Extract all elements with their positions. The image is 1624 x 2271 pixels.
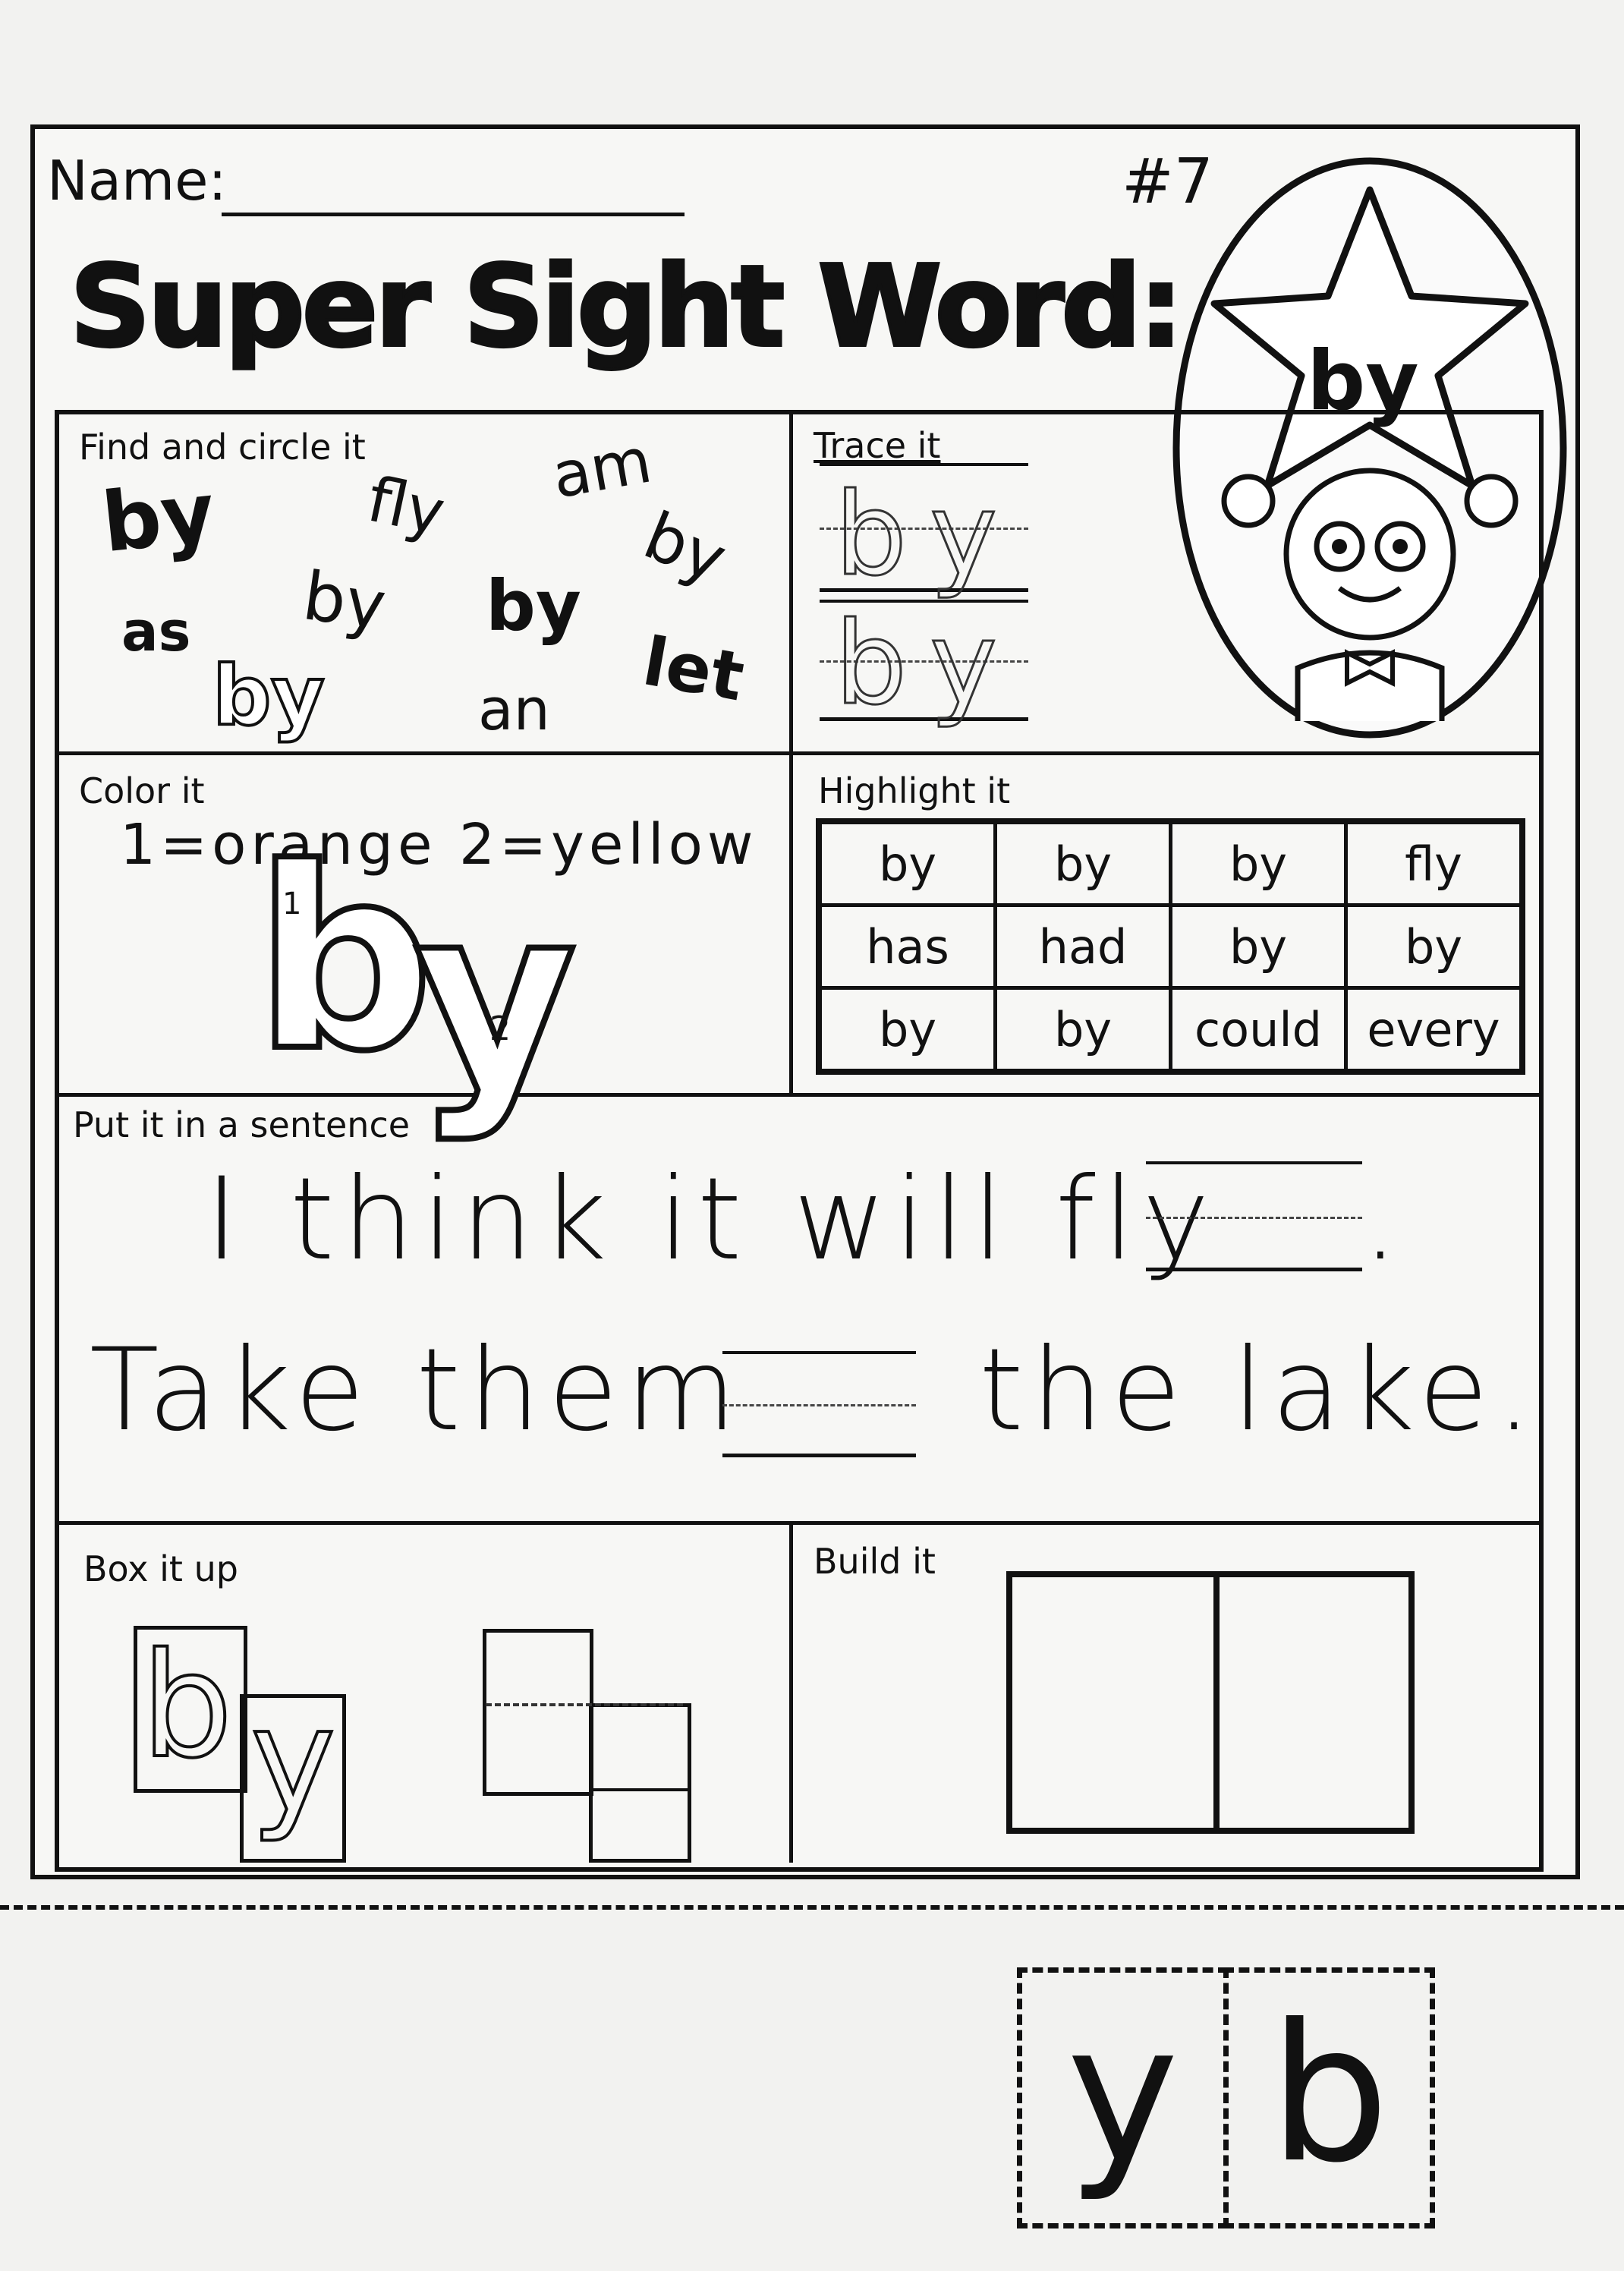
highlight-cell[interactable]: by: [1169, 819, 1348, 907]
boxit-guide-line: [486, 1703, 683, 1706]
grid-col-divider-bottom: [789, 1521, 793, 1863]
highlight-cell[interactable]: by: [1169, 903, 1348, 990]
cutout-tile[interactable]: b: [1223, 1967, 1435, 2228]
color-number-2: 2: [489, 1010, 511, 1048]
trace-label: Trace it: [814, 425, 941, 466]
color-number-1: 1: [282, 887, 302, 921]
sentence-1-blank[interactable]: [1146, 1161, 1362, 1271]
find-word[interactable]: by: [486, 565, 581, 647]
table-row: by by by fly: [817, 819, 1525, 907]
highlight-cell[interactable]: by: [817, 986, 997, 1074]
find-word[interactable]: as: [121, 600, 190, 663]
trace-word-2[interactable]: by: [834, 606, 1020, 723]
boxit-letter-y: y: [249, 1676, 337, 1846]
boxit-letter-b: b: [140, 1621, 234, 1791]
name-label: Name:: [47, 149, 227, 213]
highlight-cell[interactable]: by: [1344, 903, 1525, 990]
boxit-base-line: [589, 1788, 688, 1791]
color-letter-b[interactable]: b: [251, 832, 436, 1088]
grid-row-divider-1: [55, 751, 1539, 755]
cut-line: [0, 1905, 1624, 1910]
highlight-cell[interactable]: fly: [1344, 819, 1525, 907]
table-row: has had by by: [817, 903, 1525, 990]
sentence-2-blank[interactable]: [722, 1351, 916, 1457]
color-letter-y[interactable]: y: [411, 870, 580, 1126]
find-word[interactable]: fly: [361, 464, 451, 550]
find-word[interactable]: by: [298, 556, 390, 645]
sentence-2-start: Take them: [90, 1324, 744, 1457]
build-box-1[interactable]: [1006, 1571, 1220, 1834]
find-word[interactable]: an: [478, 676, 550, 743]
highlight-cell[interactable]: by: [993, 819, 1172, 907]
sentence-1-end: .: [1362, 1154, 1406, 1286]
highlight-cell[interactable]: by: [993, 986, 1172, 1074]
cutout-tile[interactable]: y: [1017, 1967, 1229, 2228]
grid-col-divider-top: [789, 410, 793, 1097]
build-box-2[interactable]: [1207, 1571, 1415, 1834]
highlight-cell[interactable]: every: [1344, 986, 1525, 1074]
sentence-2-end: the lake.: [979, 1324, 1540, 1457]
trace-word-1[interactable]: by: [834, 477, 1020, 594]
sentence-label: Put it in a sentence: [73, 1104, 411, 1145]
build-label: Build it: [814, 1541, 936, 1582]
highlight-cell[interactable]: had: [993, 903, 1172, 990]
find-word[interactable]: by: [98, 465, 219, 572]
highlight-cell[interactable]: has: [817, 903, 997, 990]
color-label: Color it: [79, 770, 205, 811]
highlight-label: Highlight it: [818, 770, 1011, 811]
highlight-cell[interactable]: could: [1169, 986, 1348, 1074]
find-circle-label: Find and circle it: [79, 427, 366, 468]
table-row: by by could every: [817, 986, 1525, 1074]
highlight-cell[interactable]: by: [817, 819, 997, 907]
highlight-table: by by by fly has had by by by by could e…: [816, 818, 1525, 1075]
name-line[interactable]: [222, 213, 685, 219]
boxit-empty-tall-box[interactable]: [483, 1629, 593, 1796]
page-title: Super Sight Word:: [68, 240, 1185, 373]
grid-row-divider-3: [55, 1521, 1539, 1525]
boxit-label: Box it up: [83, 1548, 238, 1589]
boxit-empty-low-box[interactable]: [589, 1703, 691, 1863]
find-word[interactable]: by: [211, 647, 326, 745]
sentence-1-text: I think it will fly: [205, 1154, 1217, 1286]
